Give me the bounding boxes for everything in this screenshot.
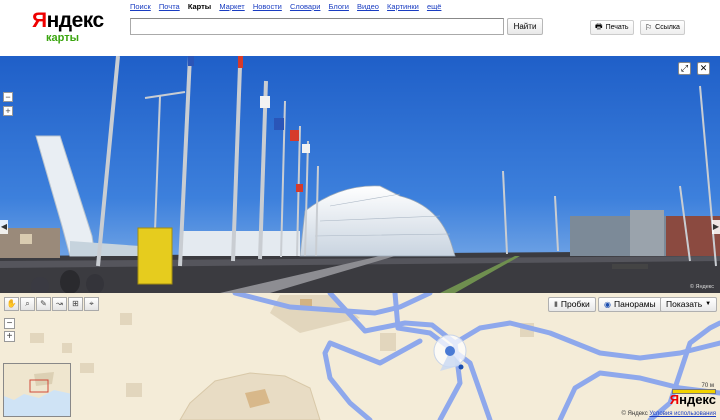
ruler-tool[interactable]: ✎ [36, 297, 51, 311]
traffic-icon: ▮ [554, 301, 558, 308]
panorama-icon: ◉ [604, 300, 611, 309]
hand-tool[interactable]: ✋ [4, 297, 19, 311]
service-link-more[interactable]: ещё [427, 2, 442, 11]
pano-close-button[interactable]: ✕ [697, 62, 710, 75]
service-link-market[interactable]: Маркет [219, 2, 244, 11]
link-icon: ⚐ [645, 23, 653, 32]
pano-left-arrow[interactable]: ◀ [0, 220, 8, 234]
map-tools-toolbar: ✋ ⌕ ✎ ↝ ⊞ ⌖ [4, 297, 100, 311]
magnifier-icon: ⌕ [25, 299, 30, 308]
copyright-text: © Яндекс [621, 411, 648, 417]
services-nav: Поиск Почта Карты Маркет Новости Словари… [130, 2, 447, 11]
traffic-button[interactable]: ▮ Пробки [548, 297, 596, 312]
panoramas-label: Панорамы [613, 299, 656, 309]
service-link-mail[interactable]: Почта [159, 2, 180, 11]
service-link-blogs[interactable]: Блоги [329, 2, 349, 11]
panorama-view[interactable]: − + ◀ ▶ ⤢ ✕ © Яндекс [0, 56, 720, 293]
magnifier-tool[interactable]: ⌕ [20, 297, 35, 311]
yandex-maps-logo[interactable]: Яндекс карты [32, 9, 104, 54]
service-link-maps: Карты [187, 2, 212, 11]
close-icon: ✕ [699, 63, 708, 73]
print-button[interactable]: 🖶 Печать [590, 20, 634, 35]
pano-zoom-out-button[interactable]: − [3, 92, 13, 102]
service-link-images[interactable]: Картинки [387, 2, 419, 11]
chevron-down-icon: ▼ [705, 301, 712, 307]
route-icon: ↝ [56, 299, 63, 308]
service-link-news[interactable]: Новости [253, 2, 282, 11]
service-link-search[interactable]: Поиск [130, 2, 151, 11]
hand-icon: ✋ [6, 299, 17, 308]
header: Яндекс карты Поиск Почта Карты Маркет Но… [0, 0, 720, 56]
ruler-icon: ✎ [40, 299, 47, 308]
route-tool[interactable]: ↝ [52, 297, 67, 311]
minimap-image [4, 364, 70, 416]
map-copyright: © Яндекс Условия использования [621, 411, 716, 417]
show-dropdown-button[interactable]: Показать ▼ [660, 297, 718, 312]
layers-icon: ⊞ [72, 299, 79, 308]
service-link-dictionaries[interactable]: Словари [290, 2, 320, 11]
layers-tool[interactable]: ⊞ [68, 297, 83, 311]
search-button[interactable]: Найти [507, 18, 543, 35]
panorama-image [0, 56, 720, 293]
printer-icon: 🖶 [595, 21, 603, 31]
service-link-video[interactable]: Видео [357, 2, 379, 11]
map-view[interactable]: ✋ ⌕ ✎ ↝ ⊞ ⌖ − + ▮ Пробки ◉ Панорамы Пока… [0, 293, 720, 420]
expand-icon: ⤢ [680, 63, 689, 73]
map-zoom-out-button[interactable]: − [4, 318, 15, 329]
yandex-map-logo[interactable]: Яндекс [670, 392, 716, 407]
overview-minimap[interactable] [3, 363, 71, 417]
panoramas-button[interactable]: ◉ Панорамы [598, 297, 662, 312]
map-zoom-in-button[interactable]: + [4, 331, 15, 342]
link-button[interactable]: ⚐ Ссылка [640, 20, 685, 35]
logo-text: Яндекс [32, 9, 104, 32]
pano-right-arrow[interactable]: ▶ [712, 220, 720, 234]
link-label: Ссылка [655, 24, 680, 31]
pano-copyright: © Яндекс [689, 284, 714, 290]
placemark-icon: ⌖ [89, 299, 94, 308]
print-label: Печать [605, 24, 629, 31]
pano-expand-button[interactable]: ⤢ [678, 62, 691, 75]
show-label: Показать [666, 299, 703, 309]
pano-zoom-in-button[interactable]: + [3, 106, 13, 116]
logo-subtitle: карты [46, 32, 79, 44]
search-input[interactable] [130, 18, 504, 35]
traffic-label: Пробки [560, 299, 590, 309]
map-canvas [0, 293, 720, 420]
placemark-tool[interactable]: ⌖ [84, 297, 99, 311]
terms-link[interactable]: Условия использования [649, 411, 716, 417]
